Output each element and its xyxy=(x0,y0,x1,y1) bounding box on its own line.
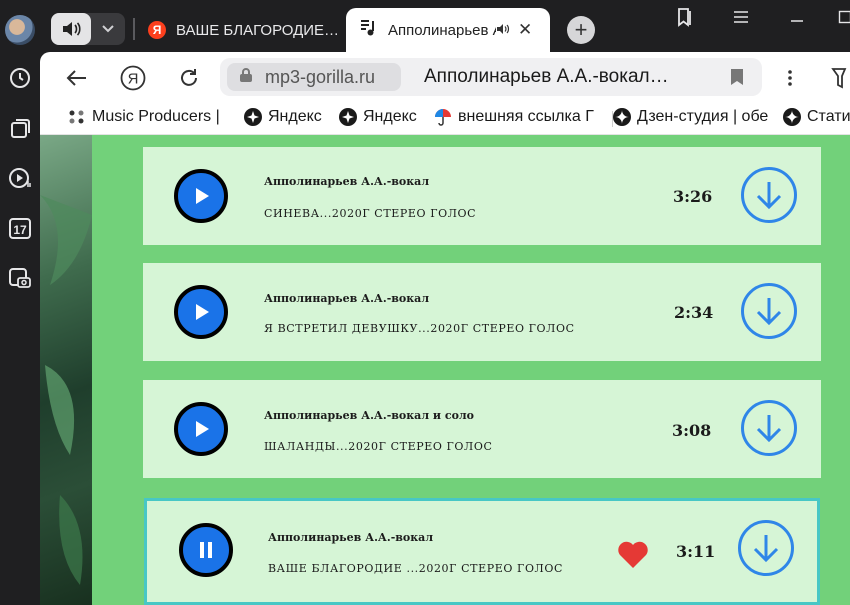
track-card[interactable]: Апполинарьев А.А.-вокал СИНЕВА...2020Г С… xyxy=(143,147,821,245)
track-title: ВАШЕ БЛАГОРОДИЕ ...2020Г СТЕРЕО ГОЛОС xyxy=(268,562,563,575)
yandex-logo-icon[interactable]: Я xyxy=(118,63,148,93)
audio-tab-group[interactable] xyxy=(51,13,125,45)
pause-button[interactable] xyxy=(179,523,233,577)
track-duration: 2:34 xyxy=(674,303,714,322)
dots-icon xyxy=(68,108,86,126)
download-button[interactable] xyxy=(741,400,797,456)
bookmarks-panel-icon[interactable] xyxy=(670,6,700,28)
bookmark-yandex-2[interactable]: Яндекс xyxy=(339,108,417,126)
play-icon xyxy=(196,188,209,204)
close-icon[interactable]: ✕ xyxy=(518,20,532,40)
tab-divider xyxy=(133,18,135,40)
avatar[interactable] xyxy=(5,15,35,45)
track-artist: Апполинарьев А.А.-вокал и соло xyxy=(264,409,475,422)
yandex-star-icon xyxy=(244,108,262,126)
track-title: Я ВСТРЕТИЛ ДЕВУШКУ...2020Г СТЕРЕО ГОЛОС xyxy=(264,322,575,335)
tab-title: Апполинарьев А.А.-вокал xyxy=(388,21,496,39)
restore-icon[interactable] xyxy=(830,6,850,28)
download-arrow-icon xyxy=(756,415,782,443)
track-artist: Апполинарьев А.А.-вокал xyxy=(268,531,434,544)
play-button[interactable] xyxy=(174,169,228,223)
tab-strip: Я ВАШЕ БЛАГОРОДИЕ… Апполинарьев А.А.-вок… xyxy=(40,0,850,52)
bookmark-yandex-1[interactable]: Яндекс xyxy=(244,108,322,126)
bookmark-label: Яндекс xyxy=(363,108,417,125)
history-icon[interactable] xyxy=(8,66,32,90)
calendar-day: 17 xyxy=(13,223,27,237)
tab-vashe-blagorodie[interactable]: Я ВАШЕ БЛАГОРОДИЕ… xyxy=(148,12,338,48)
collections-icon[interactable] xyxy=(8,116,32,140)
new-tab-button[interactable]: + xyxy=(567,16,595,44)
extension-icon[interactable] xyxy=(825,63,850,93)
decorative-leaves-background xyxy=(40,135,92,605)
bookmark-icon[interactable] xyxy=(730,68,744,91)
track-artist: Апполинарьев А.А.-вокал xyxy=(264,292,430,305)
page-content: Апполинарьев А.А.-вокал СИНЕВА...2020Г С… xyxy=(40,135,850,605)
bookmark-stats[interactable]: Стати xyxy=(783,108,850,126)
lock-icon xyxy=(239,67,253,88)
zen-icon xyxy=(783,108,801,126)
reload-icon[interactable] xyxy=(174,63,204,93)
bookmark-label: Music Producers | xyxy=(92,108,220,125)
track-card[interactable]: Апполинарьев А.А.-вокал и соло ШАЛАНДЫ..… xyxy=(143,380,821,478)
chevron-down-icon[interactable] xyxy=(91,13,125,45)
tab-title: ВАШЕ БЛАГОРОДИЕ… xyxy=(176,21,338,39)
tab-speaker-icon[interactable] xyxy=(496,22,510,39)
bookmark-label: Дзен-студия | обе xyxy=(637,108,769,125)
pause-icon xyxy=(200,542,212,558)
address-toolbar: Я mp3-gorilla.ru Апполинарьев А.А.-вокал… xyxy=(40,52,850,102)
zen-icon xyxy=(613,108,631,126)
download-button[interactable] xyxy=(738,520,794,576)
track-title: ШАЛАНДЫ...2020Г СТЕРЕО ГОЛОС xyxy=(264,440,493,453)
menu-icon[interactable] xyxy=(726,6,756,28)
bookmark-zen-studio[interactable]: Дзен-студия | обе xyxy=(613,108,768,126)
track-duration: 3:08 xyxy=(672,421,712,440)
download-arrow-icon xyxy=(756,182,782,210)
bookmark-label: Стати xyxy=(807,108,850,125)
track-card[interactable]: Апполинарьев А.А.-вокал Я ВСТРЕТИЛ ДЕВУШ… xyxy=(143,263,821,361)
bookmarks-bar: Music Producers | Яндекс Яндекс внешняя … xyxy=(40,102,850,135)
svg-text:Я: Я xyxy=(128,71,139,88)
download-arrow-icon xyxy=(753,535,779,563)
track-artist: Апполинарьев А.А.-вокал xyxy=(264,175,430,188)
download-button[interactable] xyxy=(741,167,797,223)
track-duration: 3:26 xyxy=(673,187,713,206)
download-button[interactable] xyxy=(741,283,797,339)
media-player-icon[interactable] xyxy=(8,166,32,190)
yandex-star-icon xyxy=(339,108,357,126)
back-arrow-icon[interactable] xyxy=(62,63,92,93)
play-icon xyxy=(196,421,209,437)
address-bar[interactable]: mp3-gorilla.ru Апполинарьев А.А.-вокал… xyxy=(220,58,762,96)
track-title: СИНЕВА...2020Г СТЕРЕО ГОЛОС xyxy=(264,207,477,220)
music-note-icon xyxy=(358,18,378,42)
track-card-active[interactable]: Апполинарьев А.А.-вокал ВАШЕ БЛАГОРОДИЕ … xyxy=(144,498,820,605)
site-domain: mp3-gorilla.ru xyxy=(265,66,376,87)
bookmark-music-producers[interactable]: Music Producers | xyxy=(68,108,220,126)
tab-active-gorilla[interactable]: Апполинарьев А.А.-вокал ✕ xyxy=(346,8,550,52)
umbrella-icon xyxy=(434,108,452,126)
track-duration: 3:11 xyxy=(676,542,716,561)
play-icon xyxy=(196,304,209,320)
play-button[interactable] xyxy=(174,285,228,339)
yandex-favicon-icon: Я xyxy=(148,21,166,39)
play-button[interactable] xyxy=(174,402,228,456)
heart-icon[interactable] xyxy=(617,541,649,574)
bookmark-external-link[interactable]: внешняя ссылка Г xyxy=(434,108,594,126)
bookmark-label: Яндекс xyxy=(268,108,322,125)
download-arrow-icon xyxy=(756,298,782,326)
browser-sidebar: 17 xyxy=(0,0,40,605)
minimize-icon[interactable] xyxy=(782,6,812,28)
calendar-icon[interactable]: 17 xyxy=(8,216,32,240)
more-vertical-icon[interactable] xyxy=(775,63,805,93)
page-title: Апполинарьев А.А.-вокал… xyxy=(424,66,669,87)
speaker-icon[interactable] xyxy=(51,13,91,45)
bookmark-label: внешняя ссылка Г xyxy=(458,108,594,125)
site-info-pill[interactable]: mp3-gorilla.ru xyxy=(227,63,401,91)
screenshot-icon[interactable] xyxy=(8,266,32,290)
